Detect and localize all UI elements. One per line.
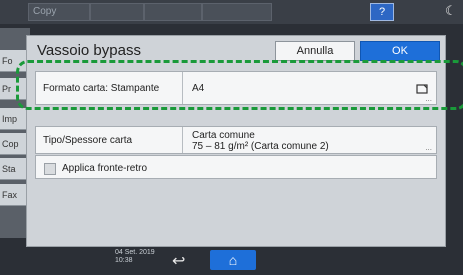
top-bar: Copy ? ☾ (0, 0, 463, 24)
highlight-frame (16, 60, 463, 110)
more-indicator: ... (425, 143, 432, 152)
duplex-checkbox[interactable] (44, 163, 56, 175)
paper-type-value-line1: Carta comune (192, 130, 255, 141)
app-tab[interactable]: Copy (28, 3, 90, 21)
ok-button[interactable]: OK (360, 41, 440, 61)
duplex-label: Applica fronte-retro (62, 163, 148, 174)
bg-tab[interactable]: Imp (0, 108, 28, 130)
back-icon[interactable]: ↩ (172, 251, 185, 271)
top-segment[interactable] (90, 3, 144, 21)
top-segment[interactable] (202, 3, 272, 21)
footer-bar: 04 Set. 2019 10:38 ↩ ⌂ (0, 248, 463, 275)
time-text: 10:38 (115, 257, 133, 264)
paper-type-value-line2: 75 – 81 g/m² (Carta comune 2) (192, 141, 329, 152)
paper-type-label: Tipo/Spessore carta (43, 135, 133, 146)
help-button[interactable]: ? (370, 3, 394, 21)
duplex-row[interactable]: Applica fronte-retro (35, 155, 437, 179)
cancel-button[interactable]: Annulla (275, 41, 355, 61)
dialog-title: Vassoio bypass (37, 42, 141, 59)
top-segment[interactable] (144, 3, 202, 21)
paper-type-row[interactable]: Tipo/Spessore carta Carta comune 75 – 81… (35, 126, 437, 154)
date-time: 04 Set. 2019 10:38 (115, 249, 155, 265)
app-label: Copy (33, 6, 57, 17)
bg-tab[interactable]: Fax (0, 184, 28, 206)
row-divider (182, 127, 183, 153)
moon-icon[interactable]: ☾ (445, 3, 457, 19)
bg-tab[interactable]: Sta (0, 158, 28, 180)
date-text: 04 Set. 2019 (115, 249, 155, 256)
bg-tab[interactable]: Cop (0, 133, 28, 155)
home-icon[interactable]: ⌂ (210, 250, 256, 270)
